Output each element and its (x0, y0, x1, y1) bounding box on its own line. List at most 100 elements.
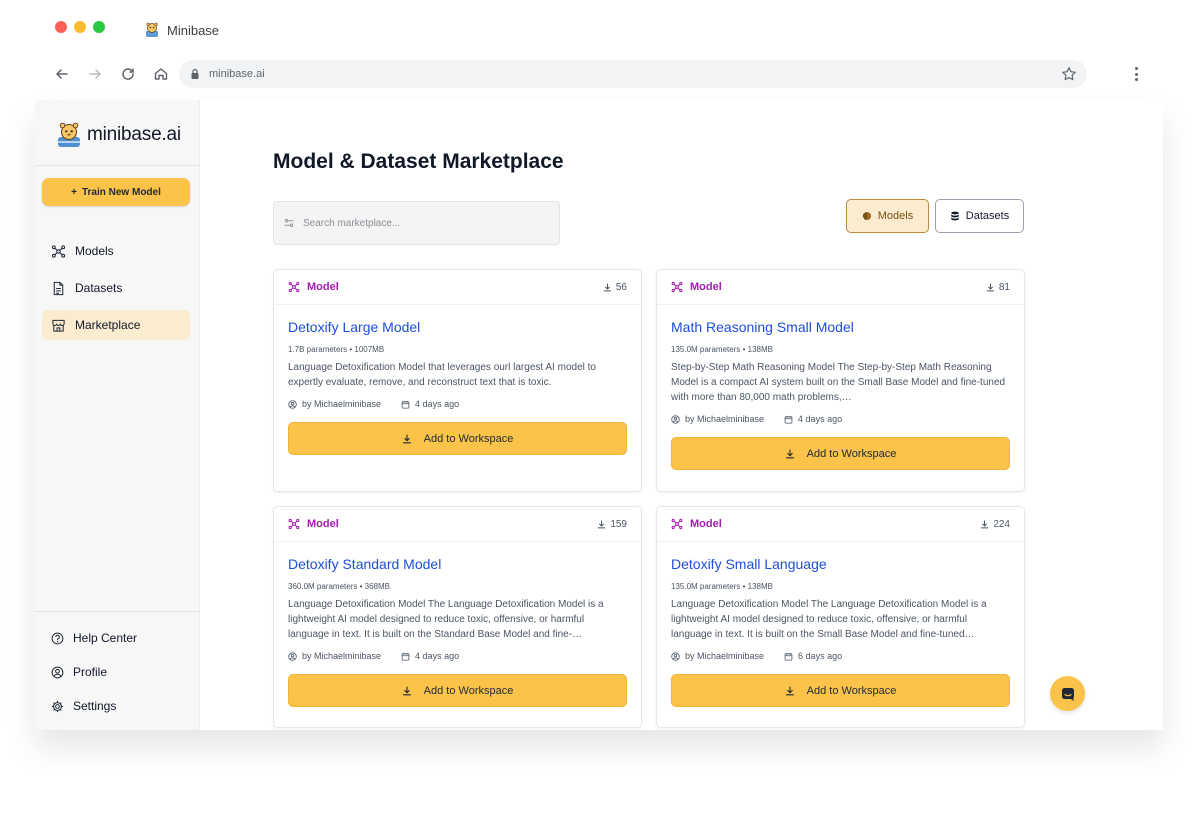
card-body: Detoxify Large Model 1.7B parameters • 1… (274, 318, 641, 455)
reload-button[interactable] (112, 62, 144, 86)
home-button[interactable] (145, 62, 177, 86)
lock-icon (191, 68, 199, 79)
sidebar-item-label: Datasets (75, 281, 123, 295)
gear-icon (51, 700, 64, 712)
marketplace-card: Model 81 Math Reasoning Small Model 135.… (656, 269, 1025, 492)
card-meta: 1.7B parameters • 1007MB (288, 345, 385, 354)
model-tag: Model (288, 518, 339, 530)
calendar-icon (401, 400, 410, 409)
model-tag: Model (671, 518, 722, 530)
models-toggle-button[interactable]: Models (846, 199, 929, 233)
card-date: 6 days ago (798, 651, 843, 661)
divider (35, 165, 200, 166)
card-meta: 135.0M parameters • 138MB (671, 345, 773, 354)
sidebar-item-marketplace[interactable]: Marketplace (42, 310, 190, 340)
sidebar-item-help-center[interactable]: Help Center (42, 625, 190, 651)
forward-button[interactable] (79, 62, 111, 86)
card-title[interactable]: Detoxify Small Language (671, 555, 1010, 573)
add-to-workspace-button[interactable]: Add to Workspace (288, 674, 627, 707)
filter-icon (284, 219, 294, 227)
marketplace-card: Model 56 Detoxify Large Model 1.7B param… (273, 269, 642, 492)
arrow-right-icon (89, 69, 102, 79)
card-body: Detoxify Small Language 135.0M parameter… (657, 555, 1024, 707)
card-author-row: by Michaelminibase 4 days ago (288, 651, 627, 661)
arrow-left-icon (55, 69, 68, 79)
add-to-workspace-button[interactable]: Add to Workspace (671, 437, 1010, 470)
card-title[interactable]: Detoxify Large Model (288, 318, 627, 336)
download-icon (785, 448, 794, 458)
brand-name: minibase.ai (87, 124, 181, 145)
database-icon (950, 211, 959, 221)
sidebar-item-models[interactable]: Models (42, 236, 190, 266)
sidebar-item-label: Models (75, 244, 114, 258)
calendar-icon (784, 415, 793, 424)
author-name: by Michaelminibase (302, 651, 382, 661)
download-icon (402, 685, 411, 695)
user-icon (671, 414, 680, 424)
calendar-icon (401, 652, 410, 661)
minimize-window-button[interactable] (74, 21, 86, 33)
close-window-button[interactable] (55, 21, 67, 33)
sidebar-item-label: Settings (73, 699, 117, 713)
card-header: Model 159 (274, 507, 641, 542)
models-icon (288, 518, 300, 530)
datasets-toggle-button[interactable]: Datasets (935, 199, 1024, 233)
card-date: 4 days ago (415, 399, 460, 409)
download-count-value: 224 (993, 518, 1010, 530)
card-title[interactable]: Math Reasoning Small Model (671, 318, 1010, 336)
models-icon (671, 518, 683, 530)
minibase-favicon-icon (146, 22, 158, 37)
author-name: by Michaelminibase (302, 399, 382, 409)
user-icon (671, 651, 680, 661)
download-count: 224 (980, 519, 1010, 530)
maximize-window-button[interactable] (93, 21, 105, 33)
sidebar-item-settings[interactable]: Settings (42, 693, 190, 719)
add-to-workspace-button[interactable]: Add to Workspace (671, 674, 1010, 707)
sidebar-item-datasets[interactable]: Datasets (42, 273, 190, 303)
search-input[interactable] (303, 217, 543, 229)
chat-launcher-button[interactable] (1050, 676, 1085, 711)
brain-icon (862, 212, 871, 221)
card-description: Language Detoxification Model The Langua… (671, 599, 987, 640)
author-name: by Michaelminibase (685, 414, 765, 424)
card-body: Detoxify Standard Model 360.0M parameter… (274, 555, 641, 707)
brand[interactable]: minibase.ai (57, 122, 181, 148)
user-icon (288, 651, 297, 661)
train-new-model-button[interactable]: + Train New Model (42, 178, 190, 206)
model-tag: Model (671, 281, 722, 293)
download-icon (986, 282, 995, 291)
download-count-value: 159 (610, 518, 627, 530)
tag-label: Model (307, 281, 339, 293)
back-button[interactable] (46, 62, 78, 86)
download-count: 56 (603, 282, 627, 293)
tag-label: Model (690, 518, 722, 530)
models-icon (288, 281, 300, 293)
search-box[interactable] (273, 201, 560, 245)
download-icon (402, 433, 411, 443)
sidebar-item-profile[interactable]: Profile (42, 659, 190, 685)
tag-label: Model (307, 518, 339, 530)
card-header: Model 56 (274, 270, 641, 305)
download-count-value: 56 (615, 281, 627, 293)
card-date: 4 days ago (415, 651, 460, 661)
author-name: by Michaelminibase (685, 651, 765, 661)
bookmark-star-icon[interactable] (1061, 66, 1077, 82)
card-description: Step-by-Step Math Reasoning Model The St… (671, 362, 1006, 403)
main-content: Model & Dataset Marketplace Models Datas… (200, 100, 1163, 730)
minibase-logo-icon (58, 122, 80, 147)
profile-icon (51, 666, 64, 678)
download-count-value: 81 (998, 281, 1010, 293)
train-button-label: Train New Model (81, 186, 161, 198)
card-title[interactable]: Detoxify Standard Model (288, 555, 627, 573)
browser-menu-button[interactable] (1128, 65, 1144, 83)
download-count: 81 (986, 282, 1010, 293)
address-bar[interactable]: minibase.ai (179, 60, 1087, 88)
window-controls (55, 21, 105, 33)
models-toggle-label: Models (877, 210, 914, 222)
browser-tab[interactable]: Minibase (145, 22, 219, 38)
home-icon (154, 68, 168, 80)
help-icon (51, 632, 64, 644)
app-window: minibase.ai + Train New Model Models Dat… (35, 100, 1163, 730)
add-button-label: Add to Workspace (806, 447, 897, 460)
add-to-workspace-button[interactable]: Add to Workspace (288, 422, 627, 455)
